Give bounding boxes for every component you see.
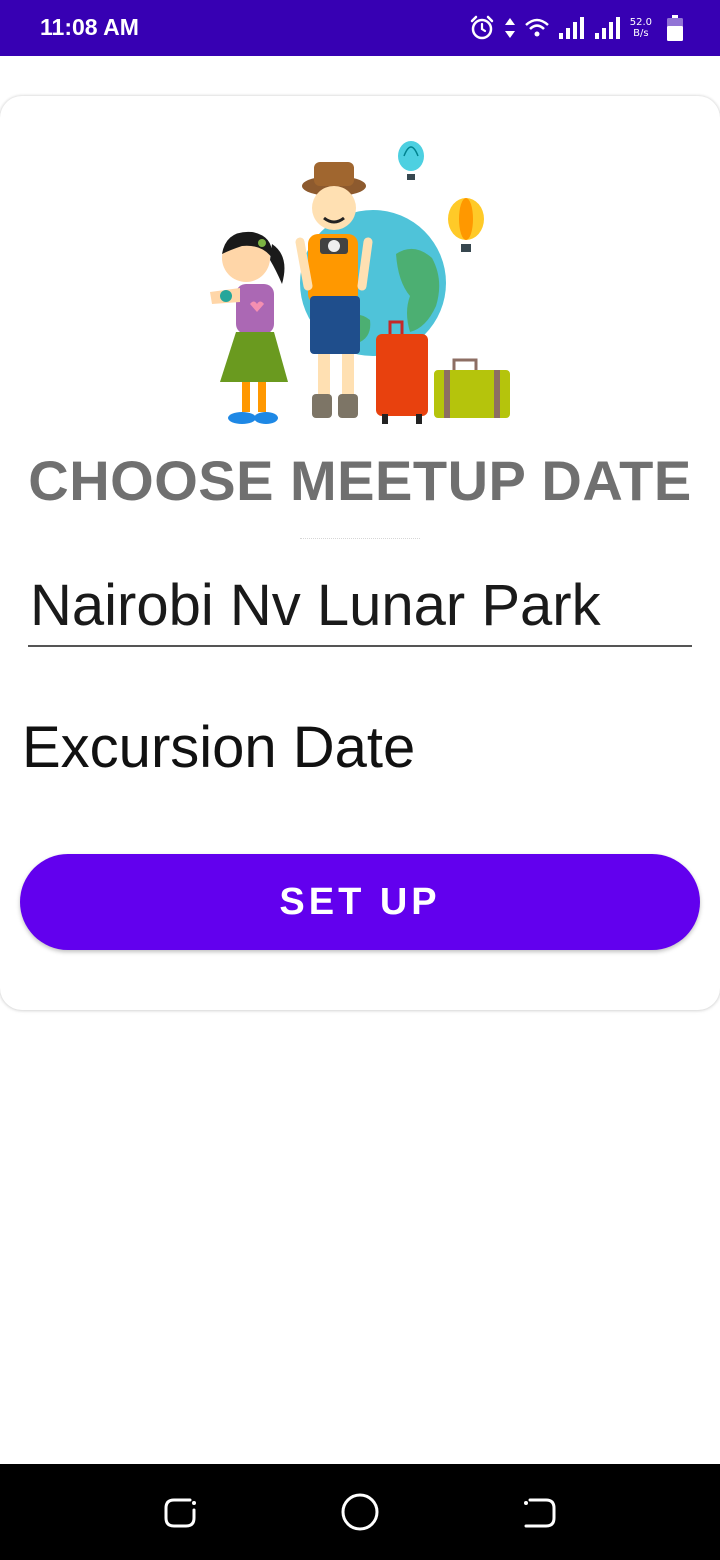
- signal-icon: [558, 17, 584, 39]
- girl-figure: [210, 231, 288, 424]
- red-suitcase: [376, 320, 428, 424]
- alarm-icon: [470, 15, 493, 40]
- status-icons: 52.0 B/s: [468, 12, 684, 44]
- status-bar: 11:08 AM 52.0 B/s: [0, 0, 720, 56]
- wifi-icon: [524, 18, 549, 37]
- network-speed: 52.0 B/s: [630, 17, 652, 39]
- navigation-bar: [0, 1464, 720, 1560]
- excursion-date-picker[interactable]: Excursion Date: [22, 714, 415, 781]
- setup-button[interactable]: SET UP: [20, 854, 700, 950]
- data-arrows-icon: [504, 18, 515, 38]
- location-field[interactable]: Nairobi Nv Lunar Park: [28, 564, 692, 647]
- location-value: Nairobi Nv Lunar Park: [30, 573, 601, 638]
- meetup-card: CHOOSE MEETUP DATE Nairobi Nv Lunar Park…: [0, 96, 720, 1010]
- man-figure: [295, 162, 373, 418]
- title-divider: [300, 538, 420, 539]
- network-speed-unit: B/s: [633, 28, 649, 39]
- recent-apps-icon[interactable]: [160, 1492, 200, 1532]
- signal-icon: [594, 17, 620, 39]
- home-icon[interactable]: [340, 1492, 380, 1532]
- network-speed-value: 52.0: [629, 17, 652, 28]
- yellow-suitcase: [434, 358, 510, 418]
- balloon-small: [398, 141, 424, 180]
- travel-illustration: [210, 141, 510, 424]
- page-title: CHOOSE MEETUP DATE: [28, 449, 692, 512]
- back-icon[interactable]: [520, 1492, 560, 1532]
- balloon-large: [448, 198, 484, 252]
- status-time: 11:08 AM: [40, 14, 139, 40]
- battery-icon: [667, 15, 683, 41]
